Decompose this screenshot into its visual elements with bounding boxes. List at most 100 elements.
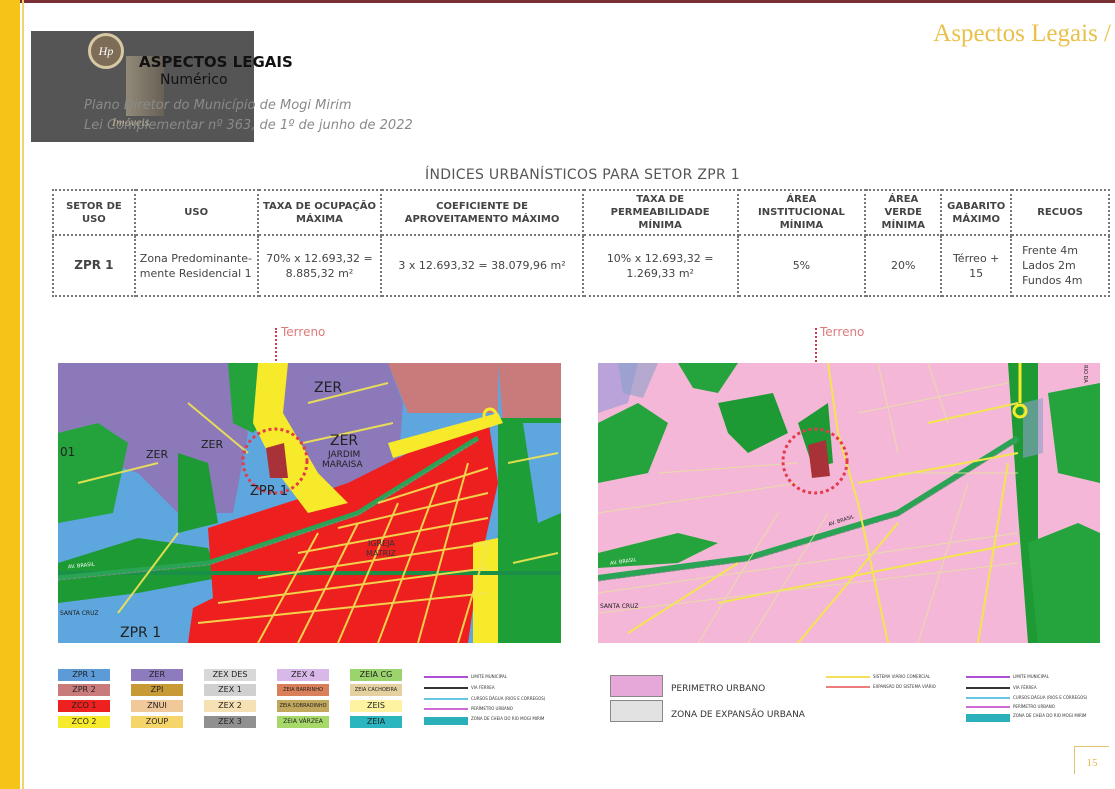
legend-zone-label: ZEX DES <box>212 670 248 679</box>
legend-line-label: VIA FÉRREA <box>471 685 495 690</box>
legend-line-label: CURSOS DÁGUA (RIOS E CÓRREGOS) <box>471 696 546 701</box>
map-label-santa-cruz: SANTA CRUZ <box>60 610 99 617</box>
legend-zone-label: ZEIS <box>367 701 385 710</box>
legend-line <box>424 687 468 689</box>
map-label-santa-cruz: SANTA CRUZ <box>600 603 639 610</box>
legend-zone-label: ZEIA VÁRZEA <box>283 718 323 725</box>
legend-zone: ZCO 2 <box>58 716 110 728</box>
legend-zone: ZCO 1 <box>58 700 110 712</box>
legend-zone: ZEIA BARRINHO <box>277 684 329 696</box>
legend-zone-label: ZOUP <box>145 717 169 726</box>
subtitle-line-2: Lei Complementar nº 363, de 1º de junho … <box>84 118 413 133</box>
legend-zone: ZEX 2 <box>204 700 256 712</box>
legend-zone: ZOUP <box>131 716 183 728</box>
legend-zone: ZPI <box>131 684 183 696</box>
top-accent-line <box>0 0 1115 3</box>
legend-line <box>966 687 1010 689</box>
header-cell: RECUOS <box>1010 189 1110 236</box>
header-cell: USO <box>133 189 259 236</box>
legend-zone-label: ZPR 1 <box>72 670 96 679</box>
legend-line-label: PERÍMETRO URBANO <box>471 706 513 711</box>
legend-line-label: LIMITE MUNICIPAL <box>1013 674 1049 679</box>
legend-zone-label: ZEIA <box>366 717 386 726</box>
map-label-zer: ZER <box>146 448 169 461</box>
header-cell: ÁREA INSTITUCIONAL MÍNIMA <box>736 189 867 236</box>
legend-zone: ZEX 4 <box>277 669 329 681</box>
table-row: ZPR 1 Zona Predominante-mente Residencia… <box>52 234 1110 297</box>
legend-line-label: EXPANSÃO DO SISTEMA VIÁRIO <box>873 684 936 689</box>
page-number: 15 <box>1074 746 1109 774</box>
map-label-code: 01 <box>60 445 76 459</box>
legend-line <box>424 676 468 678</box>
cell-area-institucional: 5% <box>736 234 867 297</box>
terreno-label-left: Terreno <box>281 325 326 339</box>
legend-zone-label: ZER <box>148 670 166 679</box>
legend-line-label: ZONA DE CHEIA DO RIO MOGI MIRIM <box>471 716 545 721</box>
legend-zone-label: ZEX 1 <box>218 685 242 694</box>
cell-setor: ZPR 1 <box>52 234 136 297</box>
legend-zone: ZEX 1 <box>204 684 256 696</box>
legend-zone-label: ZEIA CG <box>359 670 393 679</box>
legend-line-label: ZONA DE CHEIA DO RIO MOGI MIRIM <box>1013 713 1087 718</box>
section-title: Aspectos Legais / <box>933 20 1111 47</box>
legend-zone-label: ZCO 2 <box>71 717 97 726</box>
legend-zone: ZPR 2 <box>58 684 110 696</box>
legend-zone-label: ZEIA SOBRADINHO <box>279 703 327 709</box>
legend-label-perimetro: PERIMETRO URBANO <box>671 684 766 694</box>
map-label-zer: ZER <box>314 380 343 396</box>
legend-zone: ZNUI <box>131 700 183 712</box>
legend-zone-label: ZEIA BARRINHO <box>283 687 323 693</box>
header-cell: COEFICIENTE DE APROVEITAMENTO MÁXIMO <box>380 189 584 236</box>
legend-zone-label: ZNUI <box>147 701 167 710</box>
legend-line <box>424 717 468 725</box>
legend-line-label: LIMITE MUNICIPAL <box>471 674 507 679</box>
map-label-zer: ZER <box>330 433 359 449</box>
legend-zone-label: ZEX 4 <box>291 670 315 679</box>
cell-gabarito: Térreo + 15 <box>940 234 1013 297</box>
legend-zone: ZEIA CACHOEIRA <box>350 684 402 696</box>
left-accent-bar <box>0 0 20 789</box>
subtitle-line-1: Plano Diretor do Município de Mogi Mirim <box>84 98 352 113</box>
legend-swatch-expansao <box>610 700 663 722</box>
cell-recuos: Frente 4m Lados 2m Fundos 4m <box>1010 234 1110 297</box>
cell-uso: Zona Predominante-mente Residencial 1 <box>133 234 259 297</box>
legend-line <box>966 706 1010 708</box>
map-label-igreja: IGREJA <box>368 539 395 548</box>
map-label-jardim: JARDIM <box>328 450 361 460</box>
legend-zone: ZEIS <box>350 700 402 712</box>
legend-line <box>966 714 1010 722</box>
legend-zone-label: ZEX 2 <box>218 701 242 710</box>
zoning-map: ZER ZER ZER ZER JARDIM MARAISA ZPR 1 01 … <box>58 363 561 643</box>
legend-zone: ZEX DES <box>204 669 256 681</box>
legend-swatch-perimetro <box>610 675 663 697</box>
legend-zone-label: ZEX 3 <box>218 717 242 726</box>
header-cell: GABARITO MÁXIMO <box>940 189 1013 236</box>
map-label-matriz: MATRIZ <box>366 549 397 558</box>
legend-zone: ZEX 3 <box>204 716 256 728</box>
legend-zone-label: ZPR 2 <box>72 685 96 694</box>
header-cell: ÁREA VERDE MÍNIMA <box>864 189 943 236</box>
cell-permeabilidade: 10% x 12.693,32 = 1.269,33 m² <box>581 234 739 297</box>
legend-zone: ZEIA SOBRADINHO <box>277 700 329 712</box>
legend-zone-label: ZCO 1 <box>71 701 97 710</box>
map-label-zer: ZER <box>201 438 224 451</box>
header-cell: TAXA DE OCUPAÇÃO MÁXIMA <box>256 189 383 236</box>
legend-line-label: CURSOS DÁGUA (RIOS E CÓRREGOS) <box>1013 695 1088 700</box>
legend-zone: ZER <box>131 669 183 681</box>
map-label-zpr1: ZPR 1 <box>250 484 289 499</box>
map-label-zpr1-bottom: ZPR 1 <box>120 625 162 641</box>
terreno-label-right: Terreno <box>820 325 865 339</box>
legend-zone: ZPR 1 <box>58 669 110 681</box>
legend-zone: ZEIA <box>350 716 402 728</box>
legend-zone-label: ZPI <box>150 685 164 694</box>
legend-line-label: PERÍMETRO URBANO <box>1013 704 1055 709</box>
legend-zone-label: ZEIA CACHOEIRA <box>354 687 398 693</box>
map-label-maraisa: MARAISA <box>322 460 363 470</box>
legend-line <box>424 708 468 710</box>
urban-index-table: SETOR DE USO USO TAXA DE OCUPAÇÃO MÁXIMA… <box>52 189 1110 297</box>
header-cell: TAXA DE PERMEABILIDADE MÍNIMA <box>581 189 739 236</box>
map-label-rio: RIO DA <box>1081 365 1088 383</box>
legend-zone: ZEIA VÁRZEA <box>277 716 329 728</box>
legend-line <box>966 697 1010 699</box>
legend-line <box>826 676 870 678</box>
